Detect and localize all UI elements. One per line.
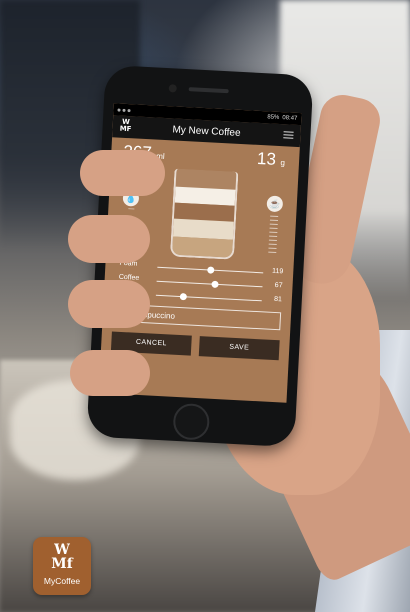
save-button[interactable]: SAVE	[198, 336, 280, 361]
volume-value: 267	[122, 141, 153, 163]
hamburger-menu-icon[interactable]	[283, 131, 294, 141]
action-buttons: CANCEL SAVE	[110, 331, 280, 361]
battery-level: 85%	[267, 114, 280, 121]
mycoffee-app-badge: W Mf MyCoffee	[33, 537, 91, 595]
coffee-amount-unit: g	[280, 158, 286, 168]
slider-knob[interactable]	[207, 266, 215, 274]
slider-label: Milk	[117, 287, 131, 296]
slider-knob[interactable]	[211, 280, 220, 289]
badge-label: MyCoffee	[43, 576, 81, 586]
coffee-bean-icon[interactable]: ☕	[266, 195, 284, 213]
volume-readout: 267 ml	[123, 142, 166, 164]
cancel-button[interactable]: CANCEL	[110, 331, 192, 356]
page-title: My New Coffee	[172, 123, 241, 139]
strength-scale	[268, 215, 279, 260]
drink-name-input[interactable]: My Cappuccino	[112, 303, 282, 331]
slider-label: Coffee	[118, 273, 140, 282]
slider-track[interactable]	[156, 280, 263, 289]
home-button[interactable]	[172, 402, 211, 441]
volume-scale	[126, 168, 137, 252]
glass-illustration	[169, 168, 239, 260]
slider-value: 81	[273, 295, 283, 304]
smartphone: 85% 08:47 WMF My New Coffee 267 ml 13 g	[86, 64, 314, 448]
drink-visualization: 💧 ☕	[106, 163, 299, 265]
wmf-logo: W Mf	[51, 542, 73, 572]
app-screen: 85% 08:47 WMF My New Coffee 267 ml 13 g	[98, 103, 302, 403]
slider-label: Foam	[119, 259, 138, 268]
slider-value: 67	[274, 281, 283, 290]
wmf-logo-icon: W MF	[119, 117, 132, 134]
notification-icons	[117, 107, 131, 112]
slider-track[interactable]	[155, 292, 262, 302]
slider-track[interactable]	[157, 266, 264, 274]
clock: 08:47	[282, 115, 298, 122]
slider-value: 119	[271, 267, 284, 276]
coffee-amount-readout: 13 g	[257, 149, 286, 170]
coffee-amount-value: 13	[256, 148, 277, 169]
slider-knob[interactable]	[179, 292, 187, 301]
speaker	[188, 87, 229, 94]
camera	[168, 84, 177, 93]
volume-unit: ml	[156, 151, 165, 162]
base-layer	[172, 236, 233, 258]
water-drop-icon[interactable]: 💧	[122, 189, 140, 207]
